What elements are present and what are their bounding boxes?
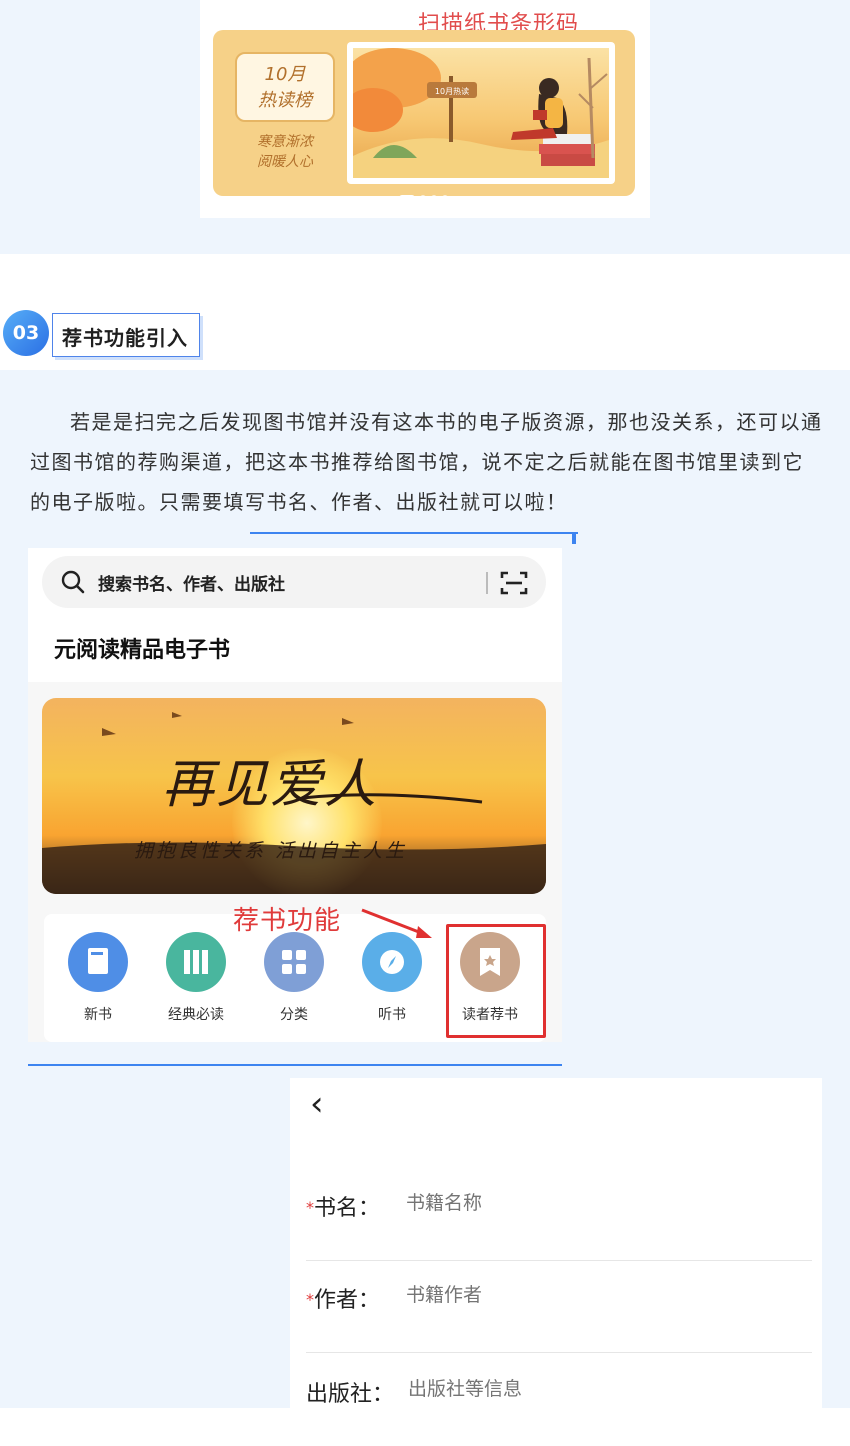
search-divider [486, 572, 488, 594]
classic-books-icon [166, 932, 226, 992]
divider-line-top [250, 532, 578, 534]
search-bar[interactable]: 搜索书名、作者、出版社 [42, 556, 546, 608]
reading-woman-illustration: 10月热读 [353, 48, 609, 178]
form-field-title[interactable]: * 书名： [306, 1168, 812, 1261]
badge-title: 热读榜 [258, 90, 312, 111]
menu-item-classics[interactable]: 经典必读 [148, 932, 244, 1024]
section-paragraph: 若是是扫完之后发现图书馆并没有这本书的电子版资源，那也没关系，还可以通过图书馆的… [30, 410, 823, 514]
menu-item-categories[interactable]: 分类 [246, 932, 342, 1024]
slogan-line-1: 寒意渐浓 [257, 134, 313, 150]
annotation-arrow-icon [361, 908, 432, 938]
highlight-box [446, 924, 546, 1038]
sign-text: 10月热读 [435, 86, 469, 96]
menu-label: 新书 [84, 1007, 112, 1023]
section-number-badge: 03 [3, 310, 49, 356]
ebook-app-screenshot: 搜索书名、作者、出版社 元阅读精品电子书 再见爱人 拥抱良性关系 活出自主人生 … [28, 548, 562, 1042]
field-label: 出版社： [306, 1382, 395, 1407]
recommend-feature-annotation: 荐书功能 [233, 906, 342, 936]
divider-line-bottom [28, 1064, 562, 1066]
section-title: 荐书功能引入 [62, 326, 188, 350]
publisher-input[interactable] [408, 1378, 708, 1400]
book-title-input[interactable] [406, 1192, 706, 1214]
divider-line-end [572, 532, 576, 544]
book-author-input[interactable] [406, 1284, 706, 1306]
menu-label: 听书 [378, 1007, 406, 1023]
book-subtitle: 拥抱良性关系 活出自主人生 [134, 840, 408, 862]
menu-item-audiobooks[interactable]: 听书 [344, 932, 440, 1024]
hot-reads-badge: 10月 热读榜 [235, 52, 335, 122]
required-mark: * [306, 1290, 314, 1309]
new-book-icon [68, 932, 128, 992]
menu-label: 分类 [280, 1007, 308, 1023]
form-field-author[interactable]: * 作者： [306, 1260, 812, 1353]
menu-label: 经典必读 [168, 1007, 224, 1023]
featured-book-banner[interactable]: 再见爱人 拥抱良性关系 活出自主人生 [42, 698, 546, 894]
search-input[interactable]: 搜索书名、作者、出版社 [98, 570, 285, 595]
recommend-form-screenshot: ‹ * 书名： * 作者： 出版社： [290, 1078, 822, 1408]
autumn-reading-scene-icon: 10月热读 [353, 48, 609, 178]
book-title: 再见爱人 [162, 755, 379, 815]
field-label: 书名： [314, 1196, 381, 1221]
category-grid-icon [264, 932, 324, 992]
carousel-dots[interactable] [399, 186, 453, 196]
banner-slogan: 寒意渐浓 阅暖人心 [239, 132, 331, 172]
form-field-publisher[interactable]: 出版社： [306, 1354, 812, 1446]
search-icon [60, 569, 86, 599]
hot-reads-banner[interactable]: 10月 热读榜 寒意渐浓 阅暖人心 10月热读 [213, 30, 635, 196]
banner-illustration-frame: 10月热读 [347, 42, 615, 184]
badge-month: 10月 [264, 64, 306, 85]
scan-icon[interactable] [500, 570, 528, 600]
required-mark: * [306, 1198, 314, 1217]
field-label: 作者： [314, 1288, 381, 1313]
back-button[interactable]: ‹ [310, 1084, 324, 1124]
menu-item-new-books[interactable]: 新书 [50, 932, 146, 1024]
app-title: 元阅读精品电子书 [54, 638, 231, 663]
slogan-line-2: 阅暖人心 [257, 154, 313, 170]
